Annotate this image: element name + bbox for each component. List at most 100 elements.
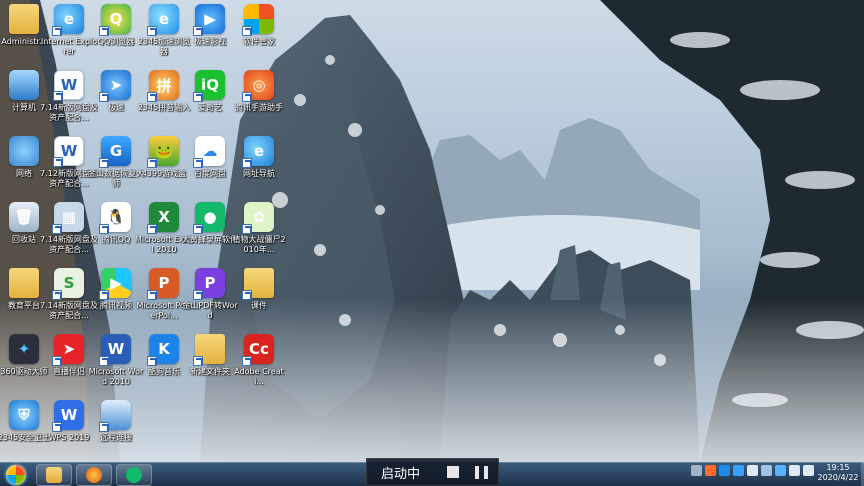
desktop-icon[interactable]: ▦ 7.14新版网盘及资产配合... xyxy=(40,202,98,264)
desktop-icon[interactable]: ● 大黄蜂录屏软件 xyxy=(182,202,238,264)
shortcut-arrow-icon xyxy=(99,356,109,366)
taskbar-app-button[interactable] xyxy=(116,463,152,486)
shortcut-arrow-icon xyxy=(147,356,157,366)
desktop-icon[interactable]: e 网址导航 xyxy=(233,136,285,198)
word-document-icon: W xyxy=(53,70,84,101)
desktop-icon-label: 软件管家 xyxy=(243,37,275,46)
keyboard-icon[interactable] xyxy=(691,465,702,476)
shortcut-arrow-icon xyxy=(193,92,203,102)
desktop-icon[interactable]: 新建文件夹 xyxy=(184,334,236,396)
desktop-icon[interactable]: W WPS 2019 xyxy=(43,400,95,462)
network-tray-icon[interactable] xyxy=(747,465,758,476)
cloud-tray-icon[interactable] xyxy=(775,465,786,476)
shortcut-arrow-icon xyxy=(99,158,109,168)
tencent-qq-icon: 🐧 xyxy=(99,202,131,234)
folder-icon xyxy=(9,268,39,298)
clock-time: 19:15 xyxy=(826,463,850,472)
remote-desktop-icon xyxy=(99,400,131,432)
shortcut-arrow-icon xyxy=(99,224,109,234)
desktop-icon[interactable]: ☁ 百度网盘 xyxy=(184,136,236,198)
shortcut-arrow-icon xyxy=(242,290,252,300)
screen-recorder-icon: ● xyxy=(193,202,225,234)
shortcut-arrow-icon xyxy=(52,356,62,366)
shortcut-arrow-icon xyxy=(242,92,252,102)
desktop-icon[interactable]: ➤ 极速 xyxy=(90,70,142,132)
internet-explorer-icon: e xyxy=(52,4,84,36)
video-player-icon: ▶ xyxy=(193,4,225,36)
desktop-icon[interactable]: e Internet Explorer xyxy=(41,4,97,66)
shortcut-arrow-icon xyxy=(242,224,252,234)
wps-icon: W xyxy=(52,400,84,432)
taskbar-app-button[interactable] xyxy=(76,463,112,486)
shortcut-arrow-icon xyxy=(242,158,252,168)
desktop-icon[interactable]: ✿ 植物大战僵尸2010年... xyxy=(232,202,286,264)
adobe-creative-cloud-icon: Cc xyxy=(242,334,274,366)
qq-browser-icon: Q xyxy=(99,4,131,36)
desktop-icon[interactable]: 软件管家 xyxy=(233,4,285,66)
firefox-icon xyxy=(86,466,102,483)
windows-logo-icon xyxy=(6,464,26,485)
taskbar-app-button[interactable] xyxy=(36,463,72,486)
shield-tray-icon[interactable] xyxy=(733,465,744,476)
desktop-icon[interactable]: 拼 2345拼音输入 xyxy=(138,70,190,132)
power-tray-icon[interactable] xyxy=(789,465,800,476)
start-button[interactable] xyxy=(0,463,32,486)
recycle-bin-icon: 🗑 xyxy=(9,202,39,232)
flag-tray-icon[interactable] xyxy=(761,465,772,476)
security-tray-icon[interactable] xyxy=(719,465,730,476)
desktop-icon-label: 远程连接 xyxy=(100,433,132,442)
desktop-icon-label: 课件 xyxy=(251,301,267,310)
pause-icon[interactable] xyxy=(475,465,488,479)
word-icon: W xyxy=(99,334,131,366)
shortcut-arrow-icon xyxy=(193,290,203,300)
clock-date: 2020/4/22 xyxy=(817,473,859,482)
desktop-icon[interactable]: ▶ 极速影视 xyxy=(184,4,236,66)
desktop-icon[interactable]: ◎ 腾讯手游助手 xyxy=(233,70,285,132)
pinyin-input-icon: 拼 xyxy=(147,70,179,102)
recorder-control-panel: 启动中 xyxy=(366,458,499,486)
shortcut-arrow-icon xyxy=(147,26,157,36)
desktop-icon-label: Adobe Creati... xyxy=(234,367,284,386)
browser-tray-icon[interactable] xyxy=(705,465,716,476)
jisu-icon: ➤ xyxy=(99,70,131,102)
desktop-icon-label: 腾讯手游助手 xyxy=(235,103,283,112)
shortcut-arrow-icon xyxy=(193,356,203,366)
desktop-icon[interactable]: S 7.14新版网盘及资产配合... xyxy=(40,268,98,330)
tencent-video-icon: ▶ xyxy=(99,268,131,300)
shortcut-arrow-icon xyxy=(193,26,203,36)
shortcut-arrow-icon xyxy=(52,224,62,234)
desktop-icon[interactable]: K 酷狗音乐 xyxy=(138,334,190,396)
shortcut-arrow-icon xyxy=(53,157,63,167)
new-folder-icon xyxy=(193,334,225,366)
desktop-icon[interactable]: Cc Adobe Creati... xyxy=(233,334,285,396)
desktop-icon[interactable]: X Microsoft Excel 2010 xyxy=(135,202,193,264)
live-companion-icon: ➤ xyxy=(52,334,84,366)
jinshan-data-recovery-icon: G xyxy=(99,136,131,168)
shortcut-arrow-icon xyxy=(52,422,62,432)
desktop-icon[interactable]: iQ 爱奇艺 xyxy=(184,70,236,132)
shortcut-arrow-icon xyxy=(52,290,62,300)
folder-icon xyxy=(242,268,274,300)
shortcut-arrow-icon xyxy=(242,356,252,366)
screen-recorder-icon xyxy=(126,466,142,483)
desktop-icon[interactable]: W Microsoft Word 2010 xyxy=(89,334,143,396)
shortcut-arrow-icon xyxy=(147,224,157,234)
pdf-to-word-icon: P xyxy=(193,268,225,300)
stop-icon[interactable] xyxy=(447,466,459,478)
desktop-icon[interactable]: 课件 xyxy=(233,268,285,330)
system-tray xyxy=(691,465,814,476)
user-folder-icon xyxy=(9,4,39,34)
web-navigation-icon: e xyxy=(242,136,274,168)
plants-vs-zombies-icon: ✿ xyxy=(242,202,274,234)
shortcut-arrow-icon xyxy=(147,290,157,300)
desktop-icon[interactable]: e 2345加速浏览器 xyxy=(138,4,190,66)
volume-icon[interactable] xyxy=(803,465,814,476)
desktop-icon[interactable]: W 7.14新版网盘及资产配合... xyxy=(40,70,98,132)
shortcut-arrow-icon xyxy=(99,92,109,102)
desktop-icon[interactable]: 远程连接 xyxy=(90,400,142,462)
taskbar-clock[interactable]: 19:15 2020/4/22 xyxy=(816,463,860,483)
desktop-icon[interactable]: 🐸 4399游戏盒 xyxy=(138,136,190,198)
2345-browser-icon: e xyxy=(147,4,179,36)
desktop-icon[interactable]: P 金山PDF转Word xyxy=(182,268,238,330)
desktop-icon[interactable]: G 金山数据恢复大师 xyxy=(88,136,144,198)
